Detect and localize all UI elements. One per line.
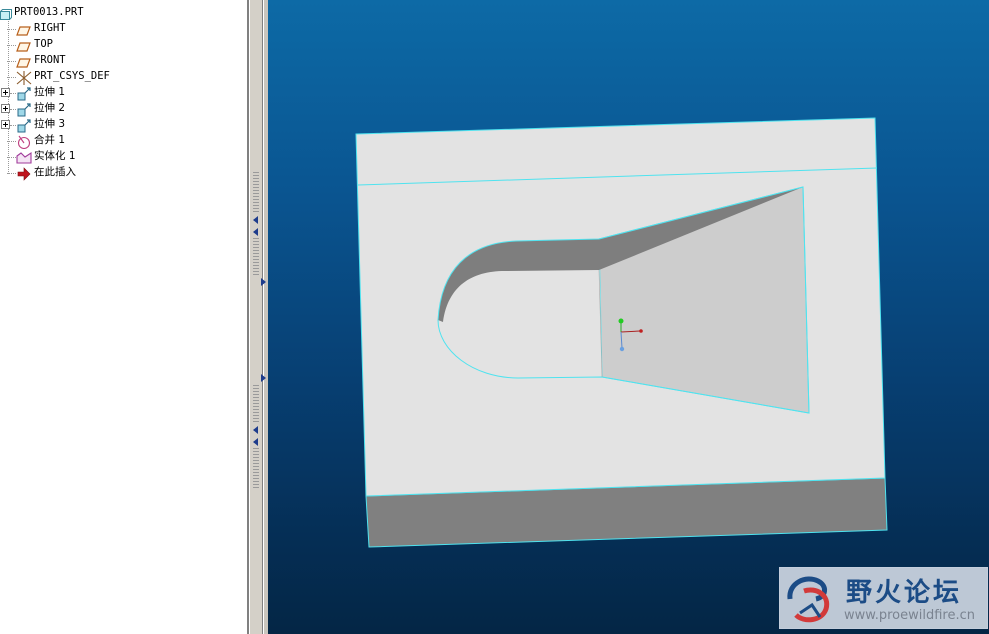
collapse-left-arrow-icon[interactable] xyxy=(253,228,258,236)
collapse-left-arrow-icon[interactable] xyxy=(253,216,258,224)
extrude-icon xyxy=(16,86,32,101)
tree-item-label: TOP xyxy=(34,38,53,50)
tree-branch xyxy=(7,29,16,30)
tree-item-insert-here[interactable]: 在此插入 xyxy=(0,165,240,181)
tree-root-part[interactable]: PRT0013.PRT xyxy=(0,5,240,21)
model-render xyxy=(355,117,888,548)
expand-toggle[interactable] xyxy=(1,88,10,97)
merge-icon xyxy=(16,134,32,150)
solidify-icon xyxy=(16,150,32,164)
tree-item-label: 拉伸 3 xyxy=(34,118,66,130)
datum-plane-icon xyxy=(16,22,32,36)
tree-branch xyxy=(7,173,16,174)
datum-plane-icon xyxy=(16,54,32,68)
forum-logo-icon xyxy=(787,576,830,623)
watermark-url: www.proewildfire.cn xyxy=(844,608,975,623)
tree-item-label: 拉伸 2 xyxy=(34,102,66,114)
watermark-title: 野火论坛 xyxy=(846,578,963,608)
coordinate-system-icon xyxy=(16,70,32,85)
csys-z-dot xyxy=(619,346,625,352)
splitter-grip[interactable] xyxy=(253,448,259,488)
tree-branch xyxy=(7,61,16,62)
csys-x-dot xyxy=(639,329,643,333)
tree-root-label: PRT0013.PRT xyxy=(14,6,84,18)
tree-branch xyxy=(7,77,16,78)
tree-item-label: 实体化 1 xyxy=(34,150,76,162)
tree-item-right[interactable]: RIGHT xyxy=(0,21,240,37)
tree-item-extrude-3[interactable]: 拉伸 3 xyxy=(0,117,240,133)
tree-item-label: PRT_CSYS_DEF xyxy=(34,70,110,82)
expand-right-arrow-icon[interactable] xyxy=(261,374,266,382)
collapse-left-arrow-icon[interactable] xyxy=(253,438,258,446)
tree-item-csys[interactable]: PRT_CSYS_DEF xyxy=(0,69,240,85)
tree-branch xyxy=(7,45,16,46)
tree-item-label: 合并 1 xyxy=(34,134,66,146)
datum-plane-icon xyxy=(16,38,32,52)
expand-toggle[interactable] xyxy=(1,120,10,129)
tree-item-label: 在此插入 xyxy=(34,166,76,178)
model-tree: PRT0013.PRT RIGHT TOP FRONT PRT_CSYS_DEF xyxy=(0,0,247,634)
forum-watermark: 野火论坛 www.proewildfire.cn xyxy=(779,567,988,629)
tree-item-merge-1[interactable]: 合并 1 xyxy=(0,133,240,150)
tree-item-label: 拉伸 1 xyxy=(34,86,66,98)
insert-here-arrow-icon xyxy=(16,166,32,181)
extrude-icon xyxy=(16,118,32,133)
graphics-viewport[interactable] xyxy=(268,0,989,634)
tree-branch xyxy=(7,141,16,142)
tree-item-front[interactable]: FRONT xyxy=(0,53,240,69)
extrude-icon xyxy=(16,102,32,117)
tree-item-top[interactable]: TOP xyxy=(0,37,240,53)
tree-item-label: FRONT xyxy=(34,54,66,66)
splitter-grip[interactable] xyxy=(253,238,259,276)
tree-item-extrude-2[interactable]: 拉伸 2 xyxy=(0,101,240,117)
panel-splitter[interactable] xyxy=(247,0,268,634)
splitter-grip[interactable] xyxy=(253,172,259,212)
splitter-edge xyxy=(249,0,250,634)
tree-item-label: RIGHT xyxy=(34,22,66,34)
tree-item-solidify-1[interactable]: 实体化 1 xyxy=(0,149,240,165)
csys-y-dot xyxy=(618,318,624,324)
expand-toggle[interactable] xyxy=(1,104,10,113)
splitter-grip[interactable] xyxy=(253,385,259,423)
expand-right-arrow-icon[interactable] xyxy=(261,278,266,286)
collapse-left-arrow-icon[interactable] xyxy=(253,426,258,434)
tree-item-extrude-1[interactable]: 拉伸 1 xyxy=(0,85,240,101)
tree-branch xyxy=(7,157,16,158)
